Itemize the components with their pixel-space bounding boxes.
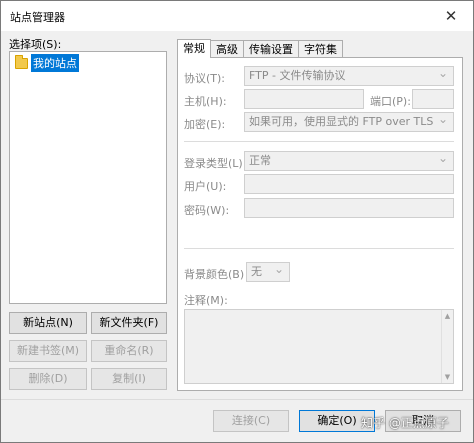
tree-item-my-sites[interactable]: 我的站点 bbox=[15, 54, 79, 72]
title-bar: 站点管理器 ✕ bbox=[1, 1, 473, 31]
logon-type-select[interactable]: 正常 bbox=[244, 149, 454, 171]
copy-button[interactable]: 复制(I) bbox=[91, 368, 167, 390]
close-icon[interactable]: ✕ bbox=[441, 6, 461, 26]
divider bbox=[184, 141, 454, 142]
tab-charset[interactable]: 字符集 bbox=[298, 40, 343, 58]
background-color-label: 背景颜色(B) bbox=[184, 268, 245, 281]
tree-item-label: 我的站点 bbox=[31, 54, 79, 72]
encryption-select[interactable]: 如果可用，使用显式的 FTP over TLS bbox=[244, 110, 454, 132]
password-input[interactable] bbox=[244, 198, 454, 218]
new-site-button[interactable]: 新站点(N) bbox=[9, 312, 87, 334]
protocol-label: 协议(T): bbox=[184, 72, 226, 85]
delete-button[interactable]: 删除(D) bbox=[9, 368, 87, 390]
logon-type-label: 登录类型(L): bbox=[184, 157, 247, 170]
footer-divider bbox=[1, 399, 473, 400]
host-label: 主机(H): bbox=[184, 95, 227, 108]
comments-scrollbar[interactable]: ▲ ▼ bbox=[441, 310, 453, 383]
site-manager-window: 站点管理器 ✕ 选择项(S): 我的站点 新站点(N) 新文件夹(F) 新建书签… bbox=[0, 0, 474, 443]
general-tab-panel: 协议(T): FTP - 文件传输协议 主机(H): 端口(P): 加密(E):… bbox=[177, 57, 463, 391]
tab-transfer-settings[interactable]: 传输设置 bbox=[243, 40, 299, 58]
user-input[interactable] bbox=[244, 174, 454, 194]
connect-button[interactable]: 连接(C) bbox=[213, 410, 289, 432]
protocol-select[interactable]: FTP - 文件传输协议 bbox=[244, 64, 454, 86]
port-label: 端口(P): bbox=[370, 95, 411, 108]
tab-general[interactable]: 常规 bbox=[177, 39, 211, 58]
rename-button[interactable]: 重命名(R) bbox=[91, 340, 167, 362]
encryption-label: 加密(E): bbox=[184, 118, 226, 131]
new-folder-button[interactable]: 新文件夹(F) bbox=[91, 312, 167, 334]
tab-bar: 常规 高级 传输设置 字符集 bbox=[177, 39, 343, 58]
scroll-down-icon[interactable]: ▼ bbox=[442, 371, 453, 383]
divider bbox=[184, 248, 454, 249]
host-input[interactable] bbox=[244, 89, 364, 109]
select-entry-label: 选择项(S): bbox=[9, 38, 62, 51]
comments-textarea[interactable]: ▲ ▼ bbox=[184, 309, 454, 384]
folder-icon bbox=[15, 54, 28, 69]
window-title: 站点管理器 bbox=[10, 11, 65, 24]
port-input[interactable] bbox=[412, 89, 454, 109]
scroll-up-icon[interactable]: ▲ bbox=[442, 310, 453, 322]
new-bookmark-button[interactable]: 新建书签(M) bbox=[9, 340, 87, 362]
user-label: 用户(U): bbox=[184, 180, 227, 193]
watermark: 知乎 @正点原子 bbox=[361, 416, 449, 430]
password-label: 密码(W): bbox=[184, 204, 230, 217]
site-tree[interactable]: 我的站点 bbox=[9, 51, 167, 304]
tab-advanced[interactable]: 高级 bbox=[210, 40, 244, 58]
background-color-select[interactable]: 无 bbox=[246, 260, 290, 282]
comments-label: 注释(M): bbox=[184, 294, 228, 307]
